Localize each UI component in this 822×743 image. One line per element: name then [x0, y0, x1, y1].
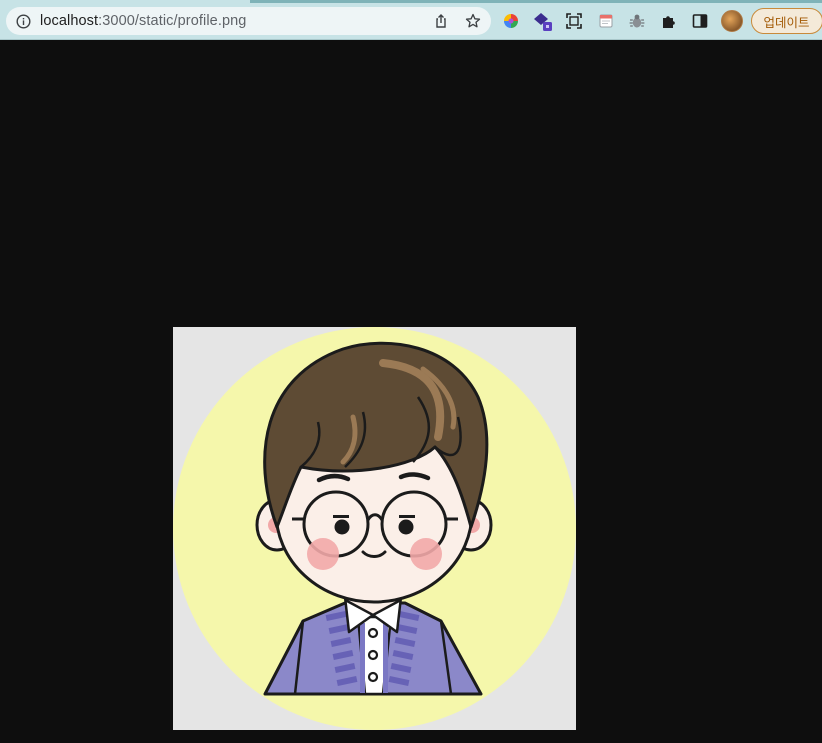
puzzle-icon[interactable] — [658, 10, 680, 32]
calendar-extension-icon[interactable] — [595, 10, 617, 32]
star-icon[interactable] — [463, 11, 483, 31]
shirt-button — [367, 671, 379, 683]
eye-right — [398, 519, 414, 535]
address-bar-actions — [431, 7, 483, 35]
cheek-left — [307, 538, 339, 570]
url-host: localhost — [40, 13, 99, 29]
profile-illustration — [173, 327, 576, 730]
extensions-area: 업데이트 — [500, 8, 822, 34]
avatar[interactable] — [720, 10, 743, 32]
shirt-button — [367, 649, 379, 661]
color-wheel-extension-icon[interactable] — [500, 10, 522, 32]
page-viewport — [0, 40, 822, 743]
cheek-right — [410, 538, 442, 570]
url-path: :3000/static/profile.png — [98, 13, 247, 29]
url-text[interactable]: localhost:3000/static/profile.png — [40, 13, 246, 29]
update-button[interactable]: 업데이트 — [750, 8, 822, 34]
address-bar[interactable]: localhost:3000/static/profile.png — [6, 7, 491, 35]
share-icon[interactable] — [431, 11, 451, 31]
bug-extension-icon[interactable] — [626, 10, 648, 32]
browser-toolbar: localhost:3000/static/profile.png 업데이트 — [0, 0, 822, 40]
screenshot-capture-icon[interactable] — [563, 10, 585, 32]
side-panel-icon[interactable] — [689, 10, 711, 32]
layered-squares-extension-icon[interactable] — [532, 10, 554, 32]
tab-strip-edge — [250, 0, 822, 3]
shirt-button — [367, 627, 379, 639]
info-icon[interactable] — [16, 13, 31, 29]
eye-left — [334, 519, 350, 535]
profile-image — [173, 327, 576, 730]
